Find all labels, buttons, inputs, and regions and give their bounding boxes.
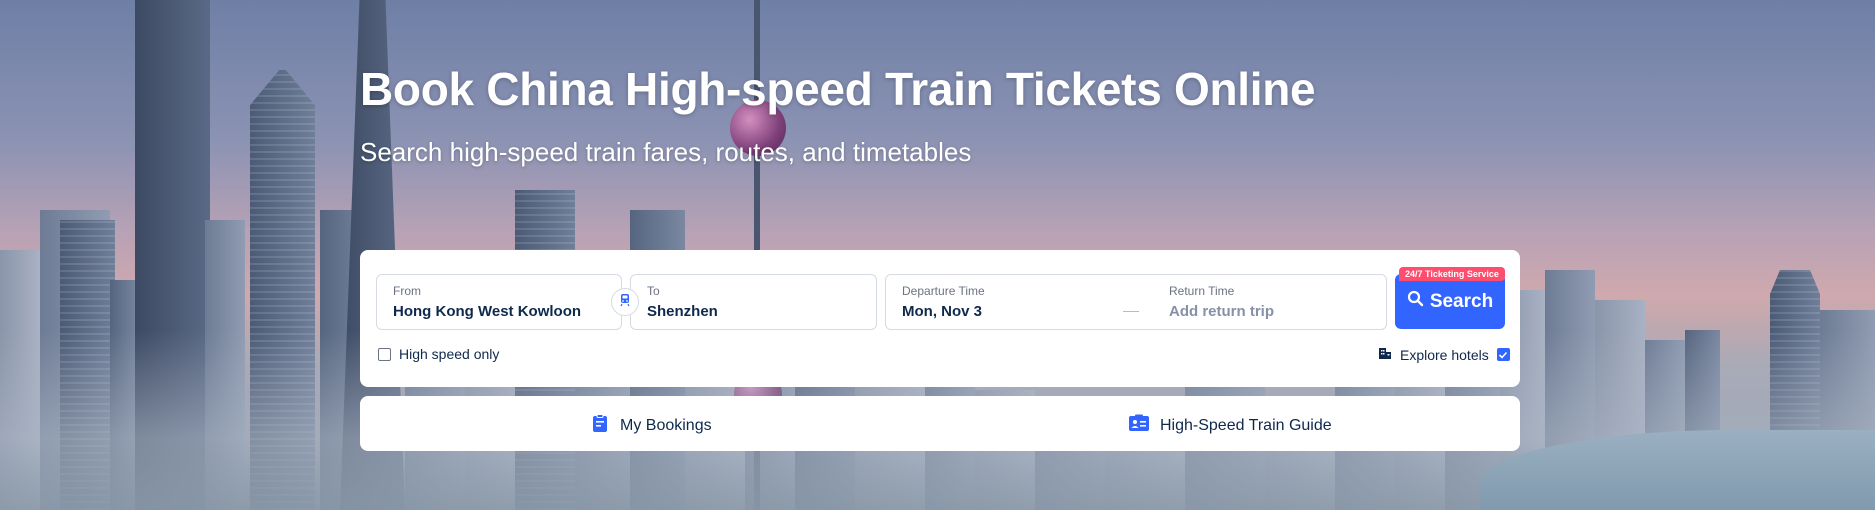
to-station-field[interactable]: To Shenzhen bbox=[630, 274, 877, 330]
high-speed-only-checkbox[interactable] bbox=[378, 347, 391, 361]
explore-hotels-checkbox[interactable] bbox=[1496, 348, 1510, 361]
train-search-form: From Hong Kong West Kowloon To Shenzhen … bbox=[360, 250, 1520, 387]
explore-hotels-option[interactable]: Explore hotels bbox=[1378, 346, 1510, 363]
to-label: To bbox=[647, 284, 660, 298]
return-placeholder[interactable]: Add return trip bbox=[1169, 303, 1274, 320]
return-label: Return Time bbox=[1169, 284, 1235, 298]
quick-links-bar: My Bookings High-Speed Train Guide bbox=[360, 396, 1520, 451]
my-bookings-label: My Bookings bbox=[620, 416, 712, 434]
from-label: From bbox=[393, 284, 421, 298]
train-guide-link[interactable]: High-Speed Train Guide bbox=[1128, 413, 1332, 438]
ticketing-service-badge: 24/7 Ticketing Service bbox=[1399, 267, 1505, 281]
search-button[interactable]: Search bbox=[1395, 274, 1505, 329]
high-speed-only-option[interactable]: High speed only bbox=[378, 346, 499, 362]
high-speed-only-label: High speed only bbox=[399, 346, 500, 362]
departure-label: Departure Time bbox=[902, 284, 985, 298]
date-separator bbox=[1123, 311, 1139, 312]
my-bookings-link[interactable]: My Bookings bbox=[590, 413, 712, 438]
page-subtitle: Search high-speed train fares, routes, a… bbox=[360, 137, 972, 167]
to-value: Shenzhen bbox=[647, 303, 718, 320]
dates-field[interactable]: Departure Time Mon, Nov 3 Return Time Ad… bbox=[885, 274, 1387, 330]
explore-hotels-label: Explore hotels bbox=[1400, 346, 1489, 363]
from-station-field[interactable]: From Hong Kong West Kowloon bbox=[376, 274, 622, 330]
page-title: Book China High-speed Train Tickets Onli… bbox=[360, 63, 1316, 115]
train-guide-label: High-Speed Train Guide bbox=[1160, 416, 1332, 434]
search-button-label: Search bbox=[1429, 290, 1494, 312]
clipboard-icon bbox=[590, 413, 610, 438]
search-icon bbox=[1407, 290, 1424, 313]
departure-value: Mon, Nov 3 bbox=[902, 303, 983, 320]
id-card-icon bbox=[1128, 413, 1150, 438]
train-swap-icon bbox=[617, 292, 633, 313]
from-value: Hong Kong West Kowloon bbox=[393, 303, 582, 320]
hotel-icon bbox=[1378, 346, 1392, 363]
swap-stations-button[interactable] bbox=[611, 288, 639, 316]
